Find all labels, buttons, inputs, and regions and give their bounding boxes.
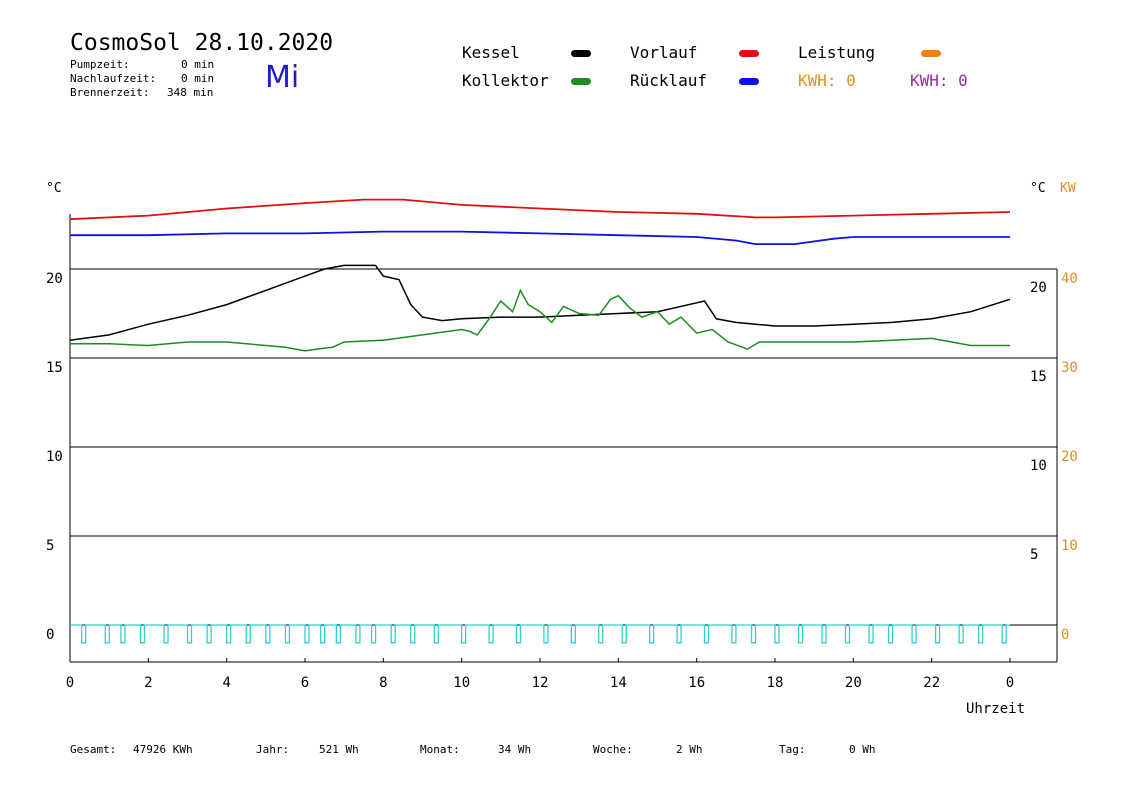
footer-tag-value: 0 Wh [849,743,876,756]
y-kw-tick-label: 10 [1061,538,1078,554]
x-tick-label: 22 [923,675,940,691]
y-right-tick-label: 15 [1030,369,1047,385]
chart-svg: 0 5 10 15 20 5 10 15 20 0 10 20 30 40 0 2 4 6 8 10 12 14 16 18 2… [46,198,1078,691]
y-left-tick-label: 15 [46,360,63,376]
x-tick-label: 0 [1006,675,1014,691]
x-tick-label: 20 [845,675,862,691]
x-tick-label: 16 [688,675,705,691]
x-tick-label: 12 [532,675,549,691]
series-kollektor-line [70,288,1010,352]
series-vorlauf-line [69,198,1011,221]
x-tick-label: 4 [222,675,230,691]
y-left-tick-label: 10 [46,449,63,465]
footer-woche-value: 2 Wh [676,743,703,756]
y-kw-tick-label: 20 [1061,449,1078,465]
y-kw-tick-label: 30 [1061,360,1078,376]
footer-monat-value: 34 Wh [498,743,532,756]
x-tick-label: 18 [767,675,784,691]
y-kw-tick-label: 40 [1061,271,1078,287]
x-tick-label: 2 [144,675,152,691]
footer-woche-label: Woche: [593,743,633,756]
x-tick-label: 0 [66,675,74,691]
x-tick-label: 10 [453,675,470,691]
series-leistung-line [70,624,1010,644]
footer-jahr-label: Jahr: [256,743,290,756]
y-kw-tick-label: 0 [1061,627,1069,643]
y-right-tick-label: 10 [1030,458,1047,474]
footer-gesamt-value: 47926 KWh [133,743,193,756]
footer-gesamt-label: Gesamt: [70,743,117,756]
footer-tag-label: Tag: [779,743,806,756]
series-ruecklauf-line [70,230,1010,245]
footer-jahr-value: 521 Wh [319,743,359,756]
y-right-tick-label: 20 [1030,280,1047,296]
x-tick-label: 6 [301,675,309,691]
y-right-tick-label: 5 [1030,547,1038,563]
y-left-tick-label: 0 [46,627,54,643]
series-kessel-line [69,264,1011,341]
y-left-tick-label: 5 [46,538,54,554]
footer-monat-label: Monat: [420,743,460,756]
y-left-tick-label: 20 [46,271,63,287]
x-tick-label: 14 [610,675,627,691]
x-tick-label: 8 [379,675,387,691]
